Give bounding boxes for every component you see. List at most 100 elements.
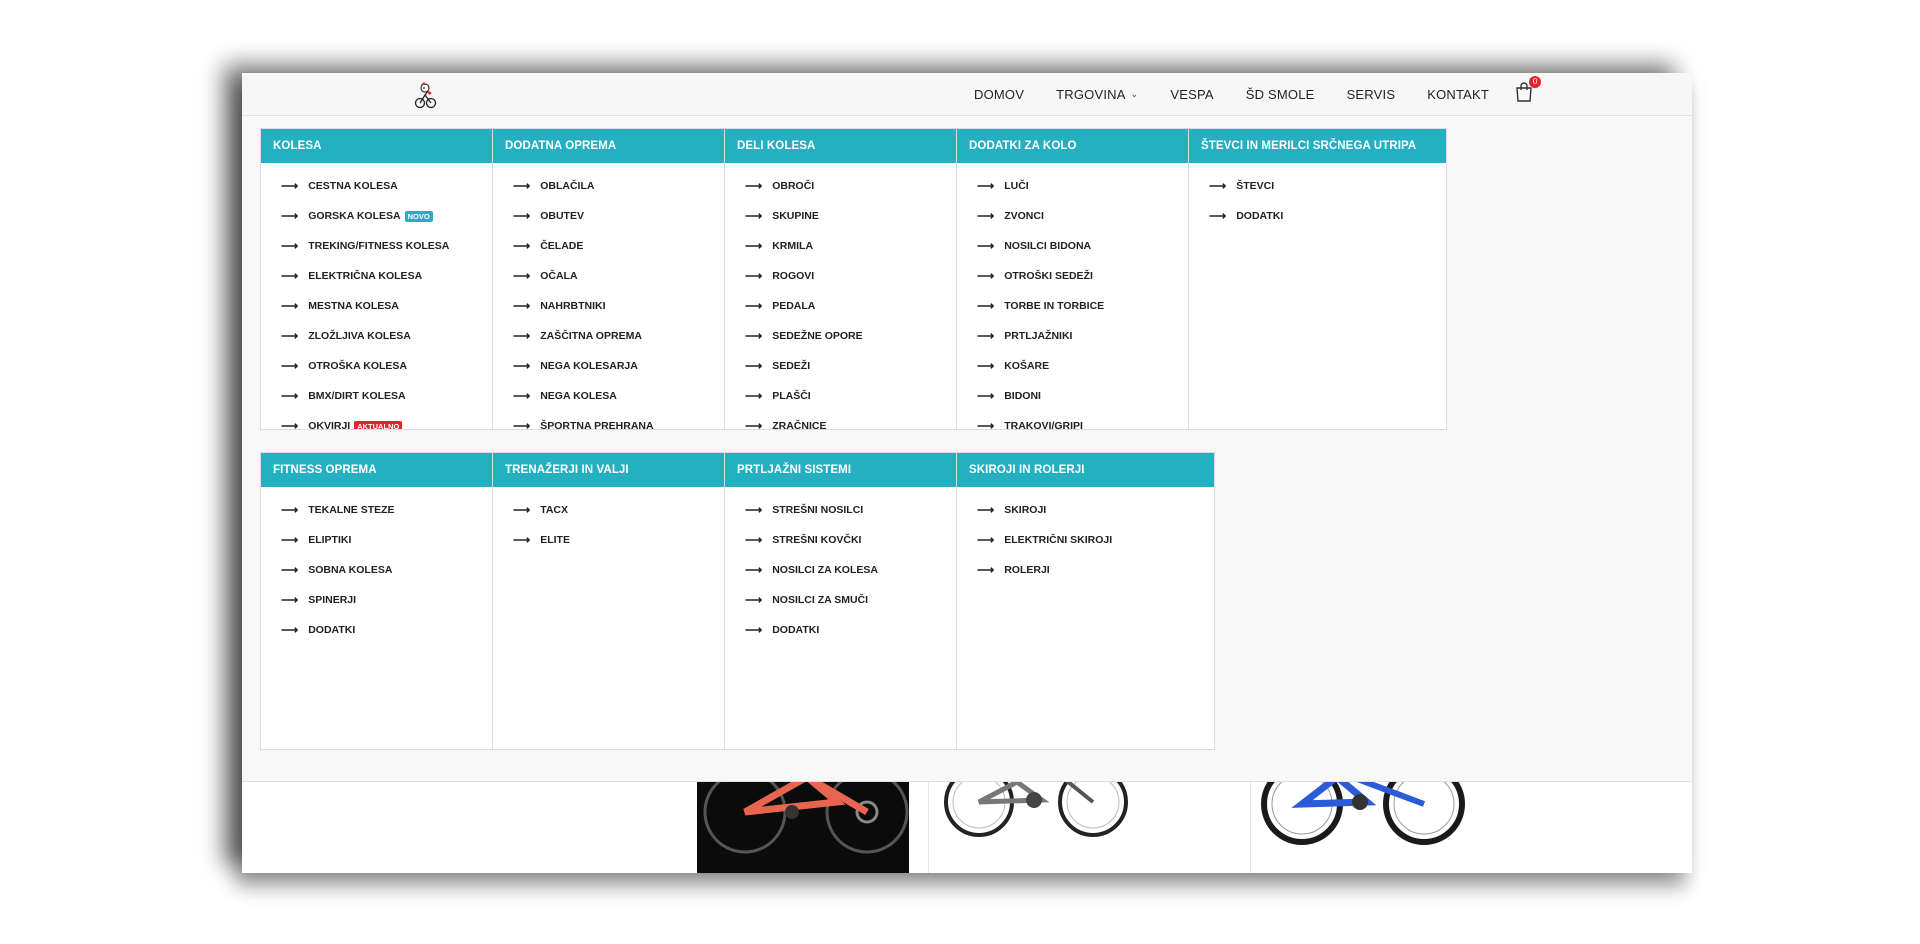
menu-link-eliptiki[interactable]: ⟶ ELIPTIKI [261,525,518,555]
menu-link-tacx[interactable]: ⟶ TACX [493,495,750,525]
arrow-right-icon: ⟶ [281,503,299,517]
menu-card-title[interactable]: KOLESA [261,129,518,163]
menu-card-title[interactable]: DELI KOLESA [725,129,982,163]
menu-link-krmila[interactable]: ⟶ KRMILA [725,231,982,261]
menu-link-rolerji[interactable]: ⟶ ROLERJI [957,555,1214,585]
menu-link-skupine[interactable]: ⟶ SKUPINE [725,201,982,231]
arrow-right-icon: ⟶ [745,179,763,193]
menu-link-mestna-kolesa[interactable]: ⟶ MESTNA KOLESA [261,291,518,321]
menu-link-celade[interactable]: ⟶ ČELADE [493,231,750,261]
menu-card-title[interactable]: DODATNA OPREMA [493,129,750,163]
menu-card-skiroji-in-rolerji: SKIROJI IN ROLERJI ⟶ SKIROJI ⟶ ELEKTRIČNI SK… [956,452,1215,750]
arrow-right-icon: ⟶ [977,179,995,193]
nav-vespa[interactable]: VESPA [1170,87,1213,102]
arrow-right-icon: ⟶ [745,359,763,373]
arrow-right-icon: ⟶ [977,503,995,517]
nav-servis[interactable]: SERVIS [1347,87,1396,102]
menu-link-sedezne-opore[interactable]: ⟶ SEDEŽNE OPORE [725,321,982,351]
arrow-right-icon: ⟶ [513,389,531,403]
menu-card-dodatna-oprema: DODATNA OPREMA ⟶ OBLAČILA ⟶ OBUTEV ⟶ ČELADE ⟶ OČ… [492,128,751,430]
arrow-right-icon: ⟶ [281,359,299,373]
menu-link-elektricni-skiroji[interactable]: ⟶ ELEKTRIČNI SKIROJI [957,525,1214,555]
menu-link-zvonci[interactable]: ⟶ ZVONCI [957,201,1214,231]
nav-kontakt[interactable]: KONTAKT [1427,87,1489,102]
arrow-right-icon: ⟶ [513,299,531,313]
menu-link-luci[interactable]: ⟶ LUČI [957,171,1214,201]
menu-link-prtljazniki[interactable]: ⟶ PRTLJAŽNIKI [957,321,1214,351]
mega-menu: KOLESA ⟶ CESTNA KOLESA ⟶ GORSKA KOLESA NOVO ⟶ T… [242,116,1692,782]
arrow-right-icon: ⟶ [513,329,531,343]
menu-link-rogovi[interactable]: ⟶ ROGOVI [725,261,982,291]
menu-link-elektricna-kolesa[interactable]: ⟶ ELEKTRIČNA KOLESA [261,261,518,291]
menu-link-tekalne-steze[interactable]: ⟶ TEKALNE STEZE [261,495,518,525]
menu-link-sobna-kolesa[interactable]: ⟶ SOBNA KOLESA [261,555,518,585]
menu-link-obroci[interactable]: ⟶ OBROČI [725,171,982,201]
menu-card-title[interactable]: FITNESS OPREMA [261,453,518,487]
arrow-right-icon: ⟶ [513,269,531,283]
nav-trgovina[interactable]: TRGOVINA ⌄ [1056,87,1138,102]
arrow-right-icon: ⟶ [281,563,299,577]
arrow-right-icon: ⟶ [513,533,531,547]
menu-link-cestna-kolesa[interactable]: ⟶ CESTNA KOLESA [261,171,518,201]
arrow-right-icon: ⟶ [281,389,299,403]
product-image-2[interactable] [937,782,1137,873]
menu-card-title[interactable]: ŠTEVCI IN MERILCI SRČNEGA UTRIPA [1189,129,1446,163]
cart-button[interactable]: 0 [1515,76,1542,106]
menu-link-nosilci-za-kolesa[interactable]: ⟶ NOSILCI ZA KOLESA [725,555,982,585]
menu-link-ocala[interactable]: ⟶ OČALA [493,261,750,291]
menu-link-sportna-prehrana[interactable]: ⟶ ŠPORTNA PREHRANA [493,411,750,429]
arrow-right-icon: ⟶ [745,623,763,637]
product-strip [242,782,1692,873]
menu-link-nega-kolesarja[interactable]: ⟶ NEGA KOLESARJA [493,351,750,381]
menu-link-torbe-in-torbice[interactable]: ⟶ TORBE IN TORBICE [957,291,1214,321]
menu-link-pedala[interactable]: ⟶ PEDALA [725,291,982,321]
product-image-1[interactable] [697,782,909,873]
menu-link-nahrbtniki[interactable]: ⟶ NAHRBTNIKI [493,291,750,321]
nav-domov[interactable]: DOMOV [974,87,1024,102]
arrow-right-icon: ⟶ [977,359,995,373]
menu-link-zascitna-oprema[interactable]: ⟶ ZAŠČITNA OPREMA [493,321,750,351]
menu-link-stresni-kovcki[interactable]: ⟶ STREŠNI KOVČKI [725,525,982,555]
menu-link-gorska-kolesa[interactable]: ⟶ GORSKA KOLESA NOVO [261,201,518,231]
menu-link-skiroji[interactable]: ⟶ SKIROJI [957,495,1214,525]
menu-link-nega-kolesa[interactable]: ⟶ NEGA KOLESA [493,381,750,411]
menu-link-zracnice[interactable]: ⟶ ZRAČNICE [725,411,982,429]
menu-link-spinerji[interactable]: ⟶ SPINERJI [261,585,518,615]
menu-link-elite[interactable]: ⟶ ELITE [493,525,750,555]
menu-link-otroski-sedezi[interactable]: ⟶ OTROŠKI SEDEŽI [957,261,1214,291]
menu-card-fitness-oprema: FITNESS OPREMA ⟶ TEKALNE STEZE ⟶ ELIPTIKI ⟶ SO… [260,452,519,750]
menu-card-title[interactable]: SKIROJI IN ROLERJI [957,453,1214,487]
menu-link-dodatki[interactable]: ⟶ DODATKI [725,615,982,645]
menu-link-okvirji[interactable]: ⟶ OKVIRJI AKTUALNO [261,411,518,429]
arrow-right-icon: ⟶ [281,623,299,637]
product-image-3[interactable] [1252,782,1472,873]
divider [928,782,929,873]
arrow-right-icon: ⟶ [745,239,763,253]
menu-link-obutev[interactable]: ⟶ OBUTEV [493,201,750,231]
menu-link-bmx-dirt-kolesa[interactable]: ⟶ BMX/DIRT KOLESA [261,381,518,411]
menu-link-nosilci-za-smuci[interactable]: ⟶ NOSILCI ZA SMUČI [725,585,982,615]
menu-link-nosilci-bidona[interactable]: ⟶ NOSILCI BIDONA [957,231,1214,261]
arrow-right-icon: ⟶ [281,533,299,547]
logo-icon[interactable] [412,81,438,109]
menu-link-zlozljiva-kolesa[interactable]: ⟶ ZLOŽLJIVA KOLESA [261,321,518,351]
main-nav: DOMOV TRGOVINA ⌄ VESPA ŠD SMOLE SERVIS KONTAKT… [974,73,1542,115]
menu-link-otroska-kolesa[interactable]: ⟶ OTROŠKA KOLESA [261,351,518,381]
nav-sd-smole[interactable]: ŠD SMOLE [1246,87,1315,102]
arrow-right-icon: ⟶ [745,389,763,403]
menu-link-sedezi[interactable]: ⟶ SEDEŽI [725,351,982,381]
menu-card-trenazerji-in-valji: TRENAŽERJI IN VALJI ⟶ TACX ⟶ ELITE [492,452,751,750]
menu-link-bidoni[interactable]: ⟶ BIDONI [957,381,1214,411]
menu-card-title[interactable]: PRTLJAŽNI SISTEMI [725,453,982,487]
menu-link-oblacila[interactable]: ⟶ OBLAČILA [493,171,750,201]
menu-link-dodatki[interactable]: ⟶ DODATKI [261,615,518,645]
menu-link-trakovi-gripi[interactable]: ⟶ TRAKOVI/GRIPI [957,411,1214,429]
menu-link-stresni-nosilci[interactable]: ⟶ STREŠNI NOSILCI [725,495,982,525]
menu-link-treking-fitness-kolesa[interactable]: ⟶ TREKING/FITNESS KOLESA [261,231,518,261]
menu-link-stevci[interactable]: ⟶ ŠTEVCI [1189,171,1446,201]
menu-link-plasci[interactable]: ⟶ PLAŠČI [725,381,982,411]
menu-link-kosare[interactable]: ⟶ KOŠARE [957,351,1214,381]
menu-card-title[interactable]: DODATKI ZA KOLO [957,129,1214,163]
menu-card-title[interactable]: TRENAŽERJI IN VALJI [493,453,750,487]
menu-link-dodatki[interactable]: ⟶ DODATKI [1189,201,1446,231]
